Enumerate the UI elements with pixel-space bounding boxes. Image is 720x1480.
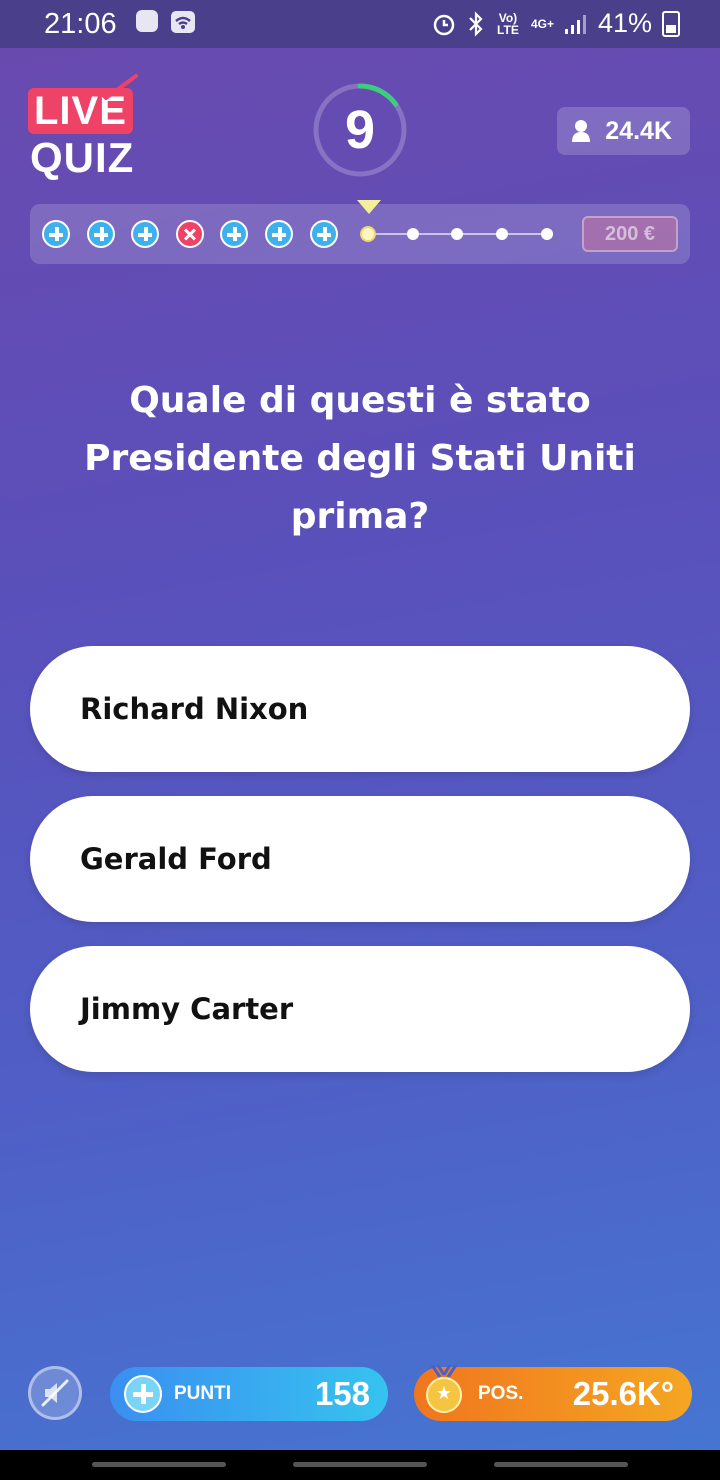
step-correct-icon xyxy=(42,220,70,248)
points-value: 158 xyxy=(314,1375,370,1412)
status-time: 21:06 xyxy=(44,8,117,40)
answer-option-1[interactable]: Richard Nixon xyxy=(30,646,690,772)
points-plus-icon xyxy=(124,1375,162,1413)
ribbon-icon xyxy=(430,1365,458,1377)
position-value: 25.6K° xyxy=(572,1375,674,1412)
step-current-dot xyxy=(362,228,375,240)
battery-percent: 41% xyxy=(597,8,652,38)
logo-check-icon xyxy=(98,74,138,100)
wifi-icon xyxy=(171,11,195,33)
alarm-icon xyxy=(433,14,455,35)
medal-icon: ★ xyxy=(426,1377,462,1413)
nav-recents-button[interactable] xyxy=(92,1462,226,1467)
question-progress-bar: 200 € xyxy=(30,200,690,264)
network-label: 4G+ xyxy=(530,16,554,31)
step-pending-dot xyxy=(451,228,464,240)
step-pending-dot xyxy=(406,228,419,240)
step-correct-icon xyxy=(265,220,293,248)
step-correct-icon xyxy=(86,220,115,248)
answer-label: Gerald Ford xyxy=(80,842,272,876)
nav-back-button[interactable] xyxy=(494,1462,628,1467)
question-text: Quale di questi è stato Presidente degli… xyxy=(84,380,636,537)
step-correct-icon xyxy=(131,220,160,248)
answer-option-2[interactable]: Gerald Ford xyxy=(30,796,690,922)
step-correct-icon xyxy=(309,220,338,248)
bluetooth-icon xyxy=(469,10,483,37)
players-count: 24.4K xyxy=(605,116,672,145)
answer-label: Jimmy Carter xyxy=(80,992,294,1026)
current-question-pointer xyxy=(357,200,381,214)
points-badge: PUNTI 158 xyxy=(110,1367,388,1421)
game-icon xyxy=(136,10,158,32)
system-nav-bar xyxy=(0,1450,720,1480)
user-icon xyxy=(572,120,591,142)
prize-badge: 200 € xyxy=(582,216,678,252)
step-wrong-icon xyxy=(175,220,204,248)
answer-label: Richard Nixon xyxy=(80,692,309,726)
nav-home-button[interactable] xyxy=(293,1462,427,1467)
live-quiz-logo: LIVE QUIZ xyxy=(28,74,140,182)
status-bar: 21:06 Vo) LTE 4G+ 41% xyxy=(0,0,720,48)
logo-quiz-text: QUIZ xyxy=(30,134,135,181)
battery-icon xyxy=(662,10,680,37)
position-badge: ★ POS. 25.6K° xyxy=(414,1365,692,1421)
volte-label: Vo) LTE xyxy=(497,10,519,37)
countdown-timer: 9 xyxy=(312,82,408,178)
position-label: POS. xyxy=(478,1383,524,1404)
signal-icon xyxy=(564,14,586,34)
step-pending-dot xyxy=(540,228,553,240)
sound-off-icon xyxy=(41,1379,69,1407)
sound-toggle-button[interactable] xyxy=(28,1366,82,1420)
timer-value: 9 xyxy=(344,100,376,160)
answer-option-3[interactable]: Jimmy Carter xyxy=(30,946,690,1072)
points-label: PUNTI xyxy=(174,1383,231,1404)
step-correct-icon xyxy=(220,220,249,248)
players-count-badge: 24.4K xyxy=(557,107,690,155)
step-pending-dot xyxy=(496,228,508,240)
